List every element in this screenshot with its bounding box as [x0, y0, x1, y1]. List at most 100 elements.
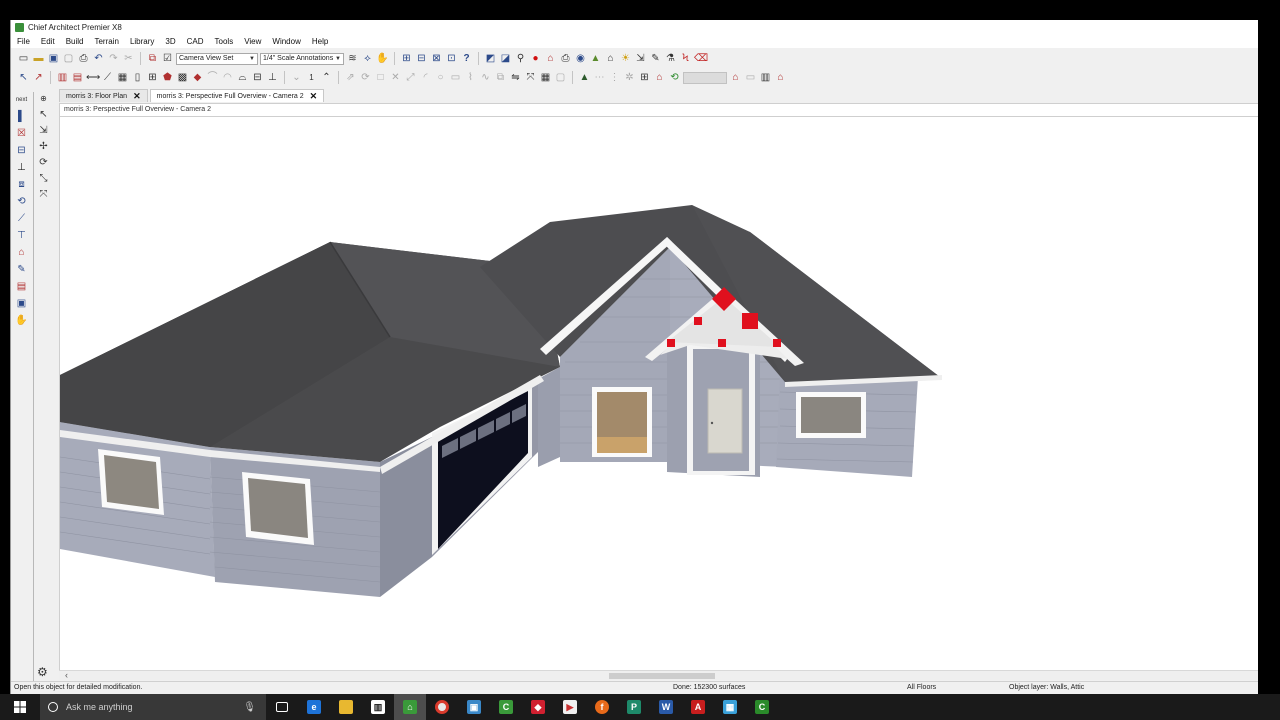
palette-icon[interactable]: ▢ — [554, 71, 567, 84]
new-file-icon[interactable]: ▭ — [17, 52, 30, 65]
menu-library[interactable]: Library — [130, 37, 154, 46]
edge-icon[interactable]: e — [298, 694, 330, 720]
menu-3d[interactable]: 3D — [165, 37, 175, 46]
text-icon[interactable]: ⊤ — [15, 229, 28, 242]
dimension-icon[interactable]: ⟡ — [361, 52, 374, 65]
road-tool-icon[interactable]: ⋯ — [593, 71, 606, 84]
3d-viewport[interactable] — [59, 117, 1258, 670]
pencil-icon[interactable]: ✎ — [15, 263, 28, 276]
file-explorer-icon[interactable] — [330, 694, 362, 720]
layout-box-icon[interactable]: ▭ — [744, 71, 757, 84]
spline-icon[interactable]: ∿ — [479, 71, 492, 84]
tab-floor-plan[interactable]: morris 3: Floor Plan ✕ — [59, 89, 148, 102]
reshape-icon[interactable]: ⤧ — [37, 188, 50, 201]
select-edit-icon[interactable]: ↖ — [37, 108, 50, 121]
floor-up-icon[interactable]: ⌃ — [320, 71, 333, 84]
camera-edit-icon[interactable]: ⇲ — [634, 52, 647, 65]
layer-icon[interactable]: ⌂ — [729, 71, 742, 84]
delete-icon[interactable]: ✕ — [389, 71, 402, 84]
terrain-tool-icon[interactable]: ▲ — [578, 71, 591, 84]
handle-small[interactable] — [694, 317, 702, 325]
schedule-icon[interactable]: ▥ — [759, 71, 772, 84]
rect-icon[interactable]: ▭ — [449, 71, 462, 84]
material-icon[interactable]: Ϟ — [679, 52, 692, 65]
framing-icon[interactable]: ⧈ — [15, 178, 28, 191]
house-view-icon[interactable]: ⌂ — [604, 52, 617, 65]
framing-tool-icon[interactable]: ▩ — [176, 71, 189, 84]
handle-square-large[interactable] — [742, 313, 758, 329]
edit-tool-icon[interactable]: ✎ — [649, 52, 662, 65]
open-folder-icon[interactable]: ▬ — [32, 52, 45, 65]
horizontal-scrollbar[interactable]: ‹ — [59, 670, 1258, 680]
chrome-icon[interactable] — [426, 694, 458, 720]
terrain-icon[interactable]: ▲ — [589, 52, 602, 65]
house-icon[interactable]: ⌂ — [15, 246, 28, 259]
layout-icon[interactable]: ⊟ — [415, 52, 428, 65]
save-as-icon[interactable]: ▢ — [62, 52, 75, 65]
floor-down-icon[interactable]: ⌄ — [290, 71, 303, 84]
line-icon[interactable]: ⟋ — [15, 212, 28, 225]
grid-icon[interactable]: ⊠ — [430, 52, 443, 65]
scrollbar-thumb[interactable] — [609, 673, 715, 679]
wall-tool-icon[interactable]: ▥ — [56, 71, 69, 84]
task-view-icon[interactable] — [266, 694, 298, 720]
layer-set-icon[interactable]: ⧉ — [146, 52, 159, 65]
store-icon[interactable]: ▥ — [362, 694, 394, 720]
elevation-tool-icon[interactable]: ⌂ — [653, 71, 666, 84]
cabinet-tool-icon[interactable]: ▤ — [71, 71, 84, 84]
library-icon[interactable]: ▤ — [15, 280, 28, 293]
menu-file[interactable]: File — [17, 37, 30, 46]
hand-icon[interactable]: ✋ — [376, 52, 389, 65]
rotate-icon[interactable]: ⟳ — [359, 71, 372, 84]
floor-number[interactable]: 1 — [305, 71, 318, 84]
plant-tool-icon[interactable]: ✲ — [623, 71, 636, 84]
frame-icon[interactable]: ▣ — [15, 297, 28, 310]
menu-view[interactable]: View — [244, 37, 261, 46]
house-red-icon[interactable]: ⌂ — [544, 52, 557, 65]
menu-edit[interactable]: Edit — [41, 37, 55, 46]
house-wizard-icon[interactable]: ⌂ — [774, 71, 787, 84]
wall-icon[interactable]: ▌ — [15, 110, 28, 123]
grid-2-icon[interactable]: ⊡ — [445, 52, 458, 65]
handle-small[interactable] — [667, 339, 675, 347]
acrobat-icon[interactable]: A — [682, 694, 714, 720]
copy-icon[interactable]: ⧉ — [494, 71, 507, 84]
view-set-select[interactable]: Camera View Set ▼ — [176, 52, 258, 65]
line-tool-icon[interactable]: ⟋ — [101, 71, 114, 84]
arc-icon[interactable]: ◜ — [419, 71, 432, 84]
circle-icon[interactable]: ○ — [434, 71, 447, 84]
menu-tools[interactable]: Tools — [215, 37, 234, 46]
eraser-icon[interactable]: ⌫ — [694, 52, 708, 65]
undo-icon[interactable]: ↶ — [92, 52, 105, 65]
menu-terrain[interactable]: Terrain — [94, 37, 118, 46]
record-icon[interactable]: ● — [529, 52, 542, 65]
mirror-icon[interactable]: ⇋ — [509, 71, 522, 84]
transform-icon[interactable]: ⤧ — [524, 71, 537, 84]
handle-small[interactable] — [718, 339, 726, 347]
next-label[interactable]: next — [15, 94, 28, 107]
chief-architect-icon[interactable]: C — [746, 694, 778, 720]
roof-tool-icon[interactable]: ⬟ — [161, 71, 174, 84]
gear-icon[interactable]: ⚙ — [37, 665, 48, 679]
redo-icon[interactable]: ↷ — [107, 52, 120, 65]
reference-icon[interactable]: ⟲ — [668, 71, 681, 84]
print-icon[interactable]: ⎙ — [77, 52, 90, 65]
arch-icon[interactable]: ⌓ — [236, 71, 249, 84]
stretch-icon[interactable]: ⤢ — [404, 71, 417, 84]
door-tool-icon[interactable]: ⊞ — [146, 71, 159, 84]
photo-viewer-icon[interactable]: ▦ — [714, 694, 746, 720]
rotate-icon[interactable]: ⟲ — [15, 195, 28, 208]
close-icon[interactable]: ✕ — [133, 91, 141, 102]
walkthrough-icon[interactable]: ⚲ — [514, 52, 527, 65]
rotate-edit-icon[interactable]: ⟳ — [37, 156, 50, 169]
lamp-icon[interactable]: ⊥ — [266, 71, 279, 84]
hand-icon[interactable]: ✋ — [15, 314, 28, 327]
cortana-search-box[interactable]: Ask me anything 🎙 — [40, 694, 266, 720]
left-bump-side-wall[interactable] — [380, 437, 432, 597]
column-icon[interactable]: ⊥ — [15, 161, 28, 174]
front-door[interactable] — [707, 388, 743, 454]
menu-help[interactable]: Help — [312, 37, 328, 46]
stretch-edit-icon[interactable]: ⤡ — [37, 172, 50, 185]
camera-icon[interactable]: ◩ — [484, 52, 497, 65]
stairs-icon[interactable]: ⊟ — [15, 144, 28, 157]
